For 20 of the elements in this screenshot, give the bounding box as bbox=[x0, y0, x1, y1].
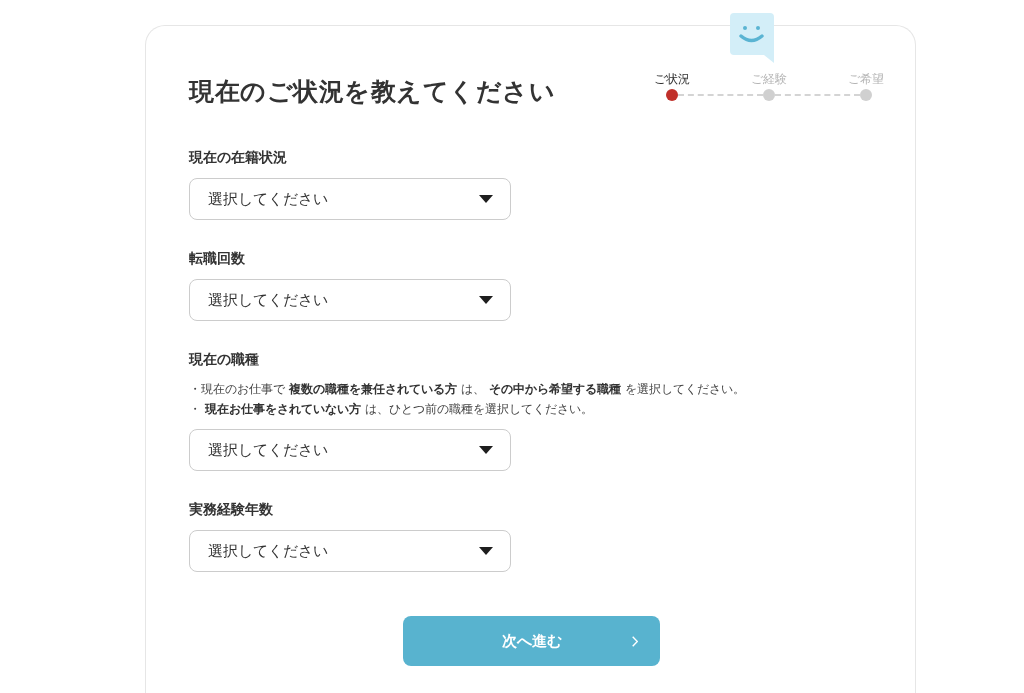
field-label: 実務経験年数 bbox=[189, 500, 273, 519]
smiley-bubble-icon bbox=[730, 13, 774, 63]
step-label: ご希望 bbox=[848, 72, 884, 87]
step-label: ご状況 bbox=[654, 72, 690, 87]
select-field[interactable]: 選択してください bbox=[189, 530, 511, 572]
caret-icon bbox=[479, 195, 493, 203]
caret-icon bbox=[479, 296, 493, 304]
field-label: 現在の在籍状況 bbox=[189, 148, 287, 167]
field-label: 転職回数 bbox=[189, 249, 245, 268]
select-field[interactable]: 選択してください bbox=[189, 279, 511, 321]
select-field[interactable]: 選択してください bbox=[189, 429, 511, 471]
field-label: 現在の職種 bbox=[189, 350, 259, 369]
caret-icon bbox=[479, 446, 493, 454]
select-field[interactable]: 選択してください bbox=[189, 178, 511, 220]
note-text: ・ 現在お仕事をされていない方 は、ひとつ前の職種を選択してください。 bbox=[189, 400, 594, 418]
step-label: ご経験 bbox=[751, 72, 787, 87]
page-title: 現在のご状況を教えてください bbox=[189, 76, 555, 108]
chevron-right-icon bbox=[632, 636, 638, 647]
caret-icon bbox=[479, 547, 493, 555]
note-text: ・現在のお仕事で 複数の職種を兼任されている方 は、 その中から希望する職種 を選択してください。 bbox=[189, 380, 745, 398]
